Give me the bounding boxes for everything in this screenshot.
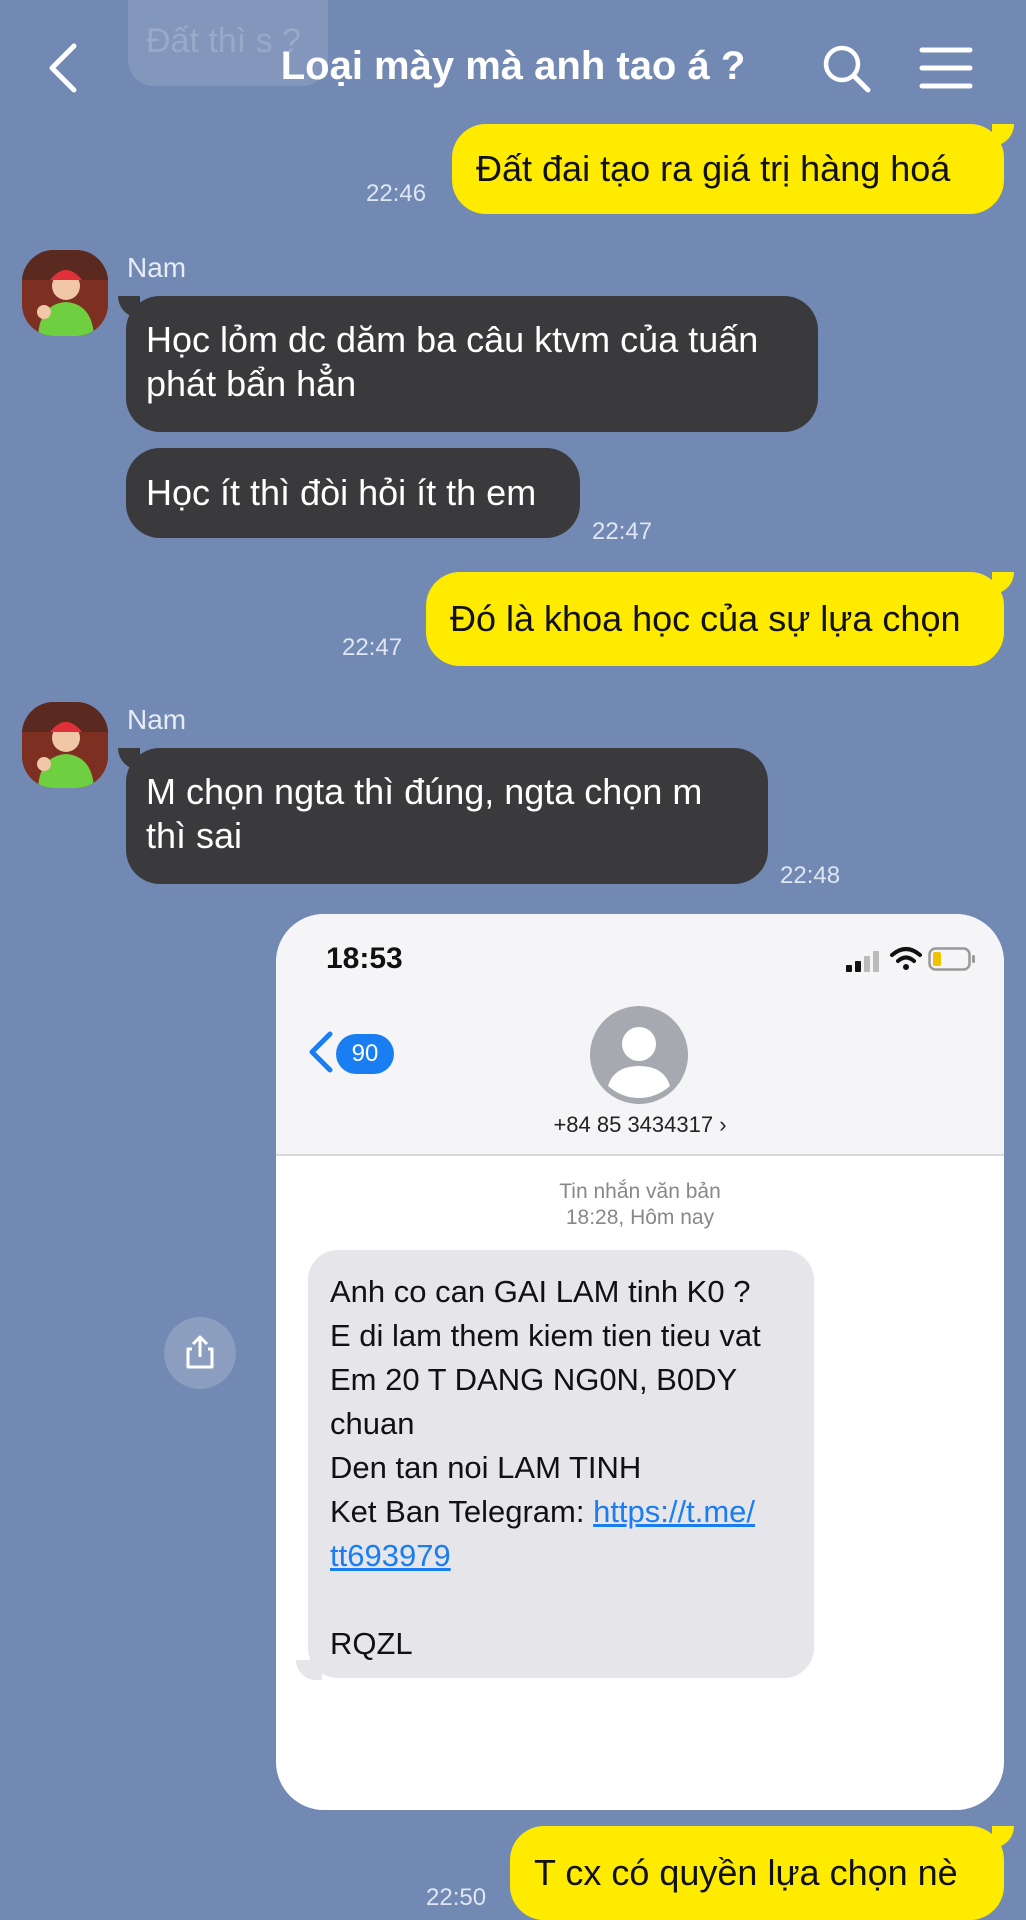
menu-icon [919,47,973,89]
sms-blank-line [330,1578,792,1622]
sms-link[interactable]: https://t.me/ [593,1494,755,1529]
message-time: 22:47 [342,634,403,661]
bubble-tail [992,1826,1014,1848]
message-text: Đất đai tạo ra giá trị hàng hoá [476,148,951,189]
sms-link-line: Ket Ban Telegram: https://t.me/ [330,1490,792,1534]
sms-line: E di lam them kiem tien tieu vat [330,1318,761,1353]
message-time: 22:47 [592,518,653,545]
message-text: Đó là khoa học của sự lựa chọn [450,598,961,639]
sms-meta-time: 18:28, Hôm nay [565,1206,715,1229]
sms-line: Em 20 T DANG NG0N, B0DY [330,1362,738,1397]
image-message[interactable]: 18:53 90 +84 85 3434317 › Tin nhắn văn b… [276,914,1004,1810]
outgoing-message[interactable]: T cx có quyền lựa chọn nè [510,1826,1004,1920]
sms-line: RQZL [330,1626,413,1661]
sms-meta-type: Tin nhắn văn bản [559,1180,721,1203]
avatar[interactable] [22,250,108,336]
share-icon [186,1335,214,1369]
sms-link-prefix: Ket Ban Telegram: [330,1494,594,1529]
back-button[interactable] [40,40,90,96]
incoming-message[interactable]: Học ít thì đòi hỏi ít th em [126,448,580,538]
outgoing-message[interactable]: Đó là khoa học của sự lựa chọn [426,572,1004,666]
message-time: 22:48 [780,862,841,889]
sms-bubble: Anh co can GAI LAM tinh K0 ? E di lam th… [308,1250,814,1678]
message-text: T cx có quyền lựa chọn nè [534,1852,958,1893]
chevron-left-icon [49,43,77,93]
menu-button[interactable] [918,40,974,96]
bubble-tail [118,748,140,770]
unread-badge[interactable]: 90 [336,1034,394,1074]
incoming-message[interactable]: M chọn ngta thì đúng, ngta chọn m thì sa… [126,748,768,884]
incoming-message[interactable]: Học lỏm dc dăm ba câu ktvm của tuấn phát… [126,296,818,432]
search-icon [823,45,871,93]
message-line: phát bẩn hẳn [146,363,357,404]
sms-line: Anh co can GAI LAM tinh K0 ? [330,1274,751,1309]
chevron-left-icon[interactable] [306,1030,336,1074]
battery-icon [928,947,975,971]
contact-phone: +84 85 3434317 › [553,1112,727,1137]
sms-link[interactable]: tt693979 [330,1538,451,1573]
sender-name: Nam [127,704,187,735]
message-time: 22:46 [366,180,427,207]
sms-link-line: tt693979 [330,1534,792,1578]
message-line: thì sai [146,815,243,856]
bubble-tail [118,296,140,318]
message-text: Học ít thì đòi hỏi ít th em [146,472,537,513]
avatar-photo [22,702,108,788]
bubble-tail [992,572,1014,594]
sms-line: Den tan noi LAM TINH [330,1450,642,1485]
bubble-tail [992,124,1014,146]
person-icon [590,1006,688,1104]
wifi-icon [890,947,922,970]
signal-icon [846,951,879,972]
message-time: 22:50 [426,1884,487,1911]
bubble-tail [296,1660,322,1680]
search-button[interactable] [818,40,878,100]
message-line: Học lỏm dc dăm ba câu ktvm của tuấn [146,319,759,360]
outgoing-message[interactable]: Đất đai tạo ra giá trị hàng hoá [452,124,1004,214]
avatar-photo [22,250,108,336]
sms-line: chuan [330,1406,415,1441]
status-time: 18:53 [326,942,403,975]
share-button[interactable] [164,1317,236,1389]
chat-title: Loại mày mà anh tao á ? [280,44,746,88]
message-line: M chọn ngta thì đúng, ngta chọn m [146,771,703,812]
sender-name: Nam [127,252,187,283]
avatar[interactable] [22,702,108,788]
